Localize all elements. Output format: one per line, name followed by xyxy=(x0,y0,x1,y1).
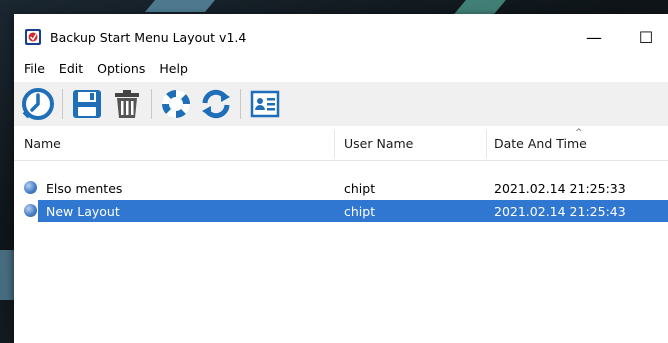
toolbar-separator xyxy=(151,89,152,119)
row-user: chipt xyxy=(344,180,376,196)
refresh-icon xyxy=(202,89,230,119)
menu-help[interactable]: Help xyxy=(159,61,188,76)
desktop-streak xyxy=(454,0,506,14)
restore-button[interactable] xyxy=(158,86,194,122)
properties-button[interactable] xyxy=(247,86,283,122)
minimize-icon: — xyxy=(586,27,602,47)
minimize-button[interactable]: — xyxy=(574,22,614,52)
contact-card-icon xyxy=(250,90,280,118)
refresh-button[interactable] xyxy=(198,86,234,122)
desktop-streak xyxy=(0,250,14,300)
backup-button[interactable] xyxy=(20,86,56,122)
window-title: Backup Start Menu Layout v1.4 xyxy=(50,30,247,45)
row-name: New Layout xyxy=(46,203,120,219)
toolbar-separator xyxy=(62,89,63,119)
desktop-streak xyxy=(144,0,216,12)
trash-icon xyxy=(115,90,139,118)
layout-orb-icon xyxy=(24,181,37,194)
sort-ascending-icon: ^ xyxy=(575,128,583,138)
row-datetime: 2021.02.14 21:25:43 xyxy=(494,203,626,219)
layout-list[interactable]: Name User Name Date And Time ^ Elso ment… xyxy=(14,126,668,343)
row-user: chipt xyxy=(344,203,376,219)
app-window: Backup Start Menu Layout v1.4 — ☐ File E… xyxy=(14,14,668,343)
delete-button[interactable] xyxy=(109,86,145,122)
list-header: Name User Name Date And Time ^ xyxy=(14,126,668,161)
list-row-selected[interactable]: New Layout chipt 2021.02.14 21:25:43 xyxy=(14,200,668,222)
title-bar[interactable]: Backup Start Menu Layout v1.4 — ☐ xyxy=(14,14,668,56)
app-icon xyxy=(25,29,41,45)
column-header-name-label: Name xyxy=(24,135,61,151)
toolbar-separator xyxy=(240,89,241,119)
menu-file[interactable]: File xyxy=(24,61,45,76)
lifebuoy-icon xyxy=(161,89,191,119)
column-header-user[interactable]: User Name xyxy=(338,126,488,160)
column-header-user-label: User Name xyxy=(344,135,414,151)
row-datetime: 2021.02.14 21:25:33 xyxy=(494,180,626,196)
save-icon xyxy=(73,90,101,118)
row-name: Elso mentes xyxy=(46,180,123,196)
column-divider[interactable] xyxy=(486,130,487,158)
list-row[interactable]: Elso mentes chipt 2021.02.14 21:25:33 xyxy=(14,177,668,199)
menu-bar: File Edit Options Help xyxy=(14,56,668,80)
column-divider[interactable] xyxy=(334,130,335,158)
column-header-datetime-label: Date And Time xyxy=(494,135,587,151)
menu-edit[interactable]: Edit xyxy=(59,61,83,76)
layout-orb-icon xyxy=(24,204,37,217)
maximize-button[interactable]: ☐ xyxy=(626,22,666,52)
save-button[interactable] xyxy=(69,86,105,122)
menu-options[interactable]: Options xyxy=(97,61,145,76)
column-header-name[interactable]: Name xyxy=(18,126,334,160)
backup-clock-icon xyxy=(22,88,54,120)
toolbar xyxy=(14,82,668,126)
maximize-icon: ☐ xyxy=(638,27,654,47)
